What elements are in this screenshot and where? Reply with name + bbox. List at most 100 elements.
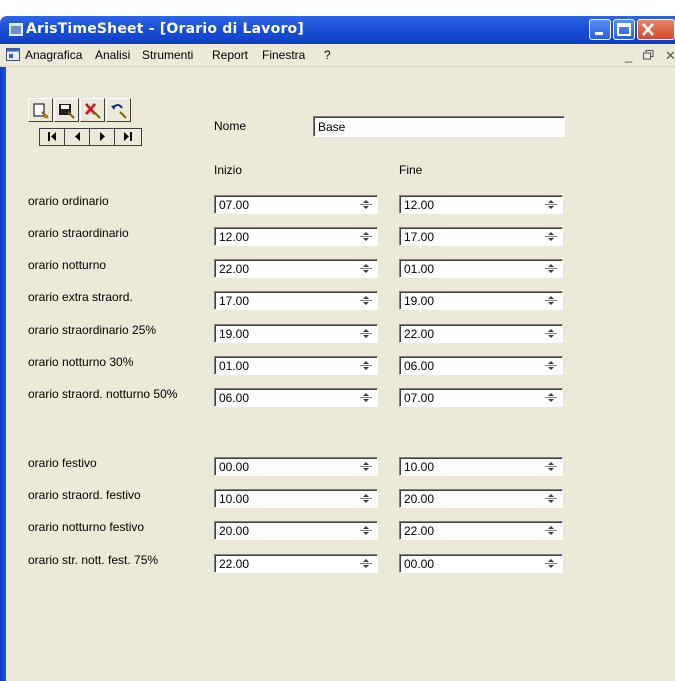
menu-strumenti[interactable]: Strumenti xyxy=(142,48,193,62)
undo-button[interactable] xyxy=(106,98,131,122)
row-label: orario straord. festivo xyxy=(28,488,141,502)
fine-time-field[interactable]: 06.00 xyxy=(399,356,563,375)
row-label: orario notturno 30% xyxy=(28,355,134,369)
spinner-icon[interactable] xyxy=(544,460,558,473)
fine-time-value: 17.00 xyxy=(404,230,435,244)
inizio-time-field[interactable]: 06.00 xyxy=(214,388,378,407)
inizio-time-field[interactable]: 20.00 xyxy=(214,521,378,540)
fine-time-field[interactable]: 22.00 xyxy=(399,521,563,540)
document-icon[interactable] xyxy=(6,48,20,61)
spinner-icon[interactable] xyxy=(359,262,373,275)
first-record-icon xyxy=(47,132,56,141)
record-navigator xyxy=(39,128,142,146)
inizio-time-field[interactable]: 10.00 xyxy=(214,489,378,508)
inizio-time-field[interactable]: 22.00 xyxy=(214,259,378,278)
fine-time-field[interactable]: 12.00 xyxy=(399,195,563,214)
close-button[interactable] xyxy=(637,19,675,40)
menu-finestra[interactable]: Finestra xyxy=(262,48,305,62)
fine-time-field[interactable]: 07.00 xyxy=(399,388,563,407)
inizio-time-value: 22.00 xyxy=(219,557,250,571)
inizio-time-field[interactable]: 22.00 xyxy=(214,554,378,573)
spinner-icon[interactable] xyxy=(544,262,558,275)
spinner-icon[interactable] xyxy=(544,492,558,505)
next-record-button[interactable] xyxy=(90,129,115,145)
fine-time-value: 20.00 xyxy=(404,492,435,506)
fine-time-value: 06.00 xyxy=(404,359,435,373)
next-record-icon xyxy=(99,132,105,141)
spinner-icon[interactable] xyxy=(359,492,373,505)
menu-help[interactable]: ? xyxy=(324,48,331,62)
inizio-time-value: 22.00 xyxy=(219,262,250,276)
spinner-icon[interactable] xyxy=(544,230,558,243)
menu-bar: Anagrafica Analisi Strumenti Report Fine… xyxy=(0,44,675,67)
row-label: orario straordinario 25% xyxy=(28,323,157,337)
first-record-button[interactable] xyxy=(40,129,65,145)
mdi-restore-icon[interactable] xyxy=(643,50,654,60)
fine-time-field[interactable]: 01.00 xyxy=(399,259,563,278)
mdi-close-icon[interactable]: ✕ xyxy=(665,48,675,64)
app-icon xyxy=(9,23,23,36)
spinner-icon[interactable] xyxy=(359,230,373,243)
spinner-icon[interactable] xyxy=(359,294,373,307)
nome-input[interactable]: Base xyxy=(313,116,565,137)
inizio-time-value: 20.00 xyxy=(219,524,250,538)
spinner-icon[interactable] xyxy=(359,460,373,473)
fine-time-field[interactable]: 10.00 xyxy=(399,457,563,476)
spinner-icon[interactable] xyxy=(544,359,558,372)
fine-time-value: 00.00 xyxy=(404,557,435,571)
inizio-time-value: 19.00 xyxy=(219,327,250,341)
prev-record-icon xyxy=(74,132,80,141)
inizio-header: Inizio xyxy=(214,163,243,177)
inizio-time-field[interactable]: 17.00 xyxy=(214,291,378,310)
fine-time-value: 19.00 xyxy=(404,294,435,308)
fine-time-field[interactable]: 17.00 xyxy=(399,227,563,246)
spinner-icon[interactable] xyxy=(544,557,558,570)
form-area: Nome Base Inizio Fine orario ordinario 07… xyxy=(6,67,675,681)
inizio-time-field[interactable]: 07.00 xyxy=(214,195,378,214)
last-record-button[interactable] xyxy=(115,129,141,145)
spinner-icon[interactable] xyxy=(359,557,373,570)
fine-time-field[interactable]: 22.00 xyxy=(399,324,563,343)
save-record-button[interactable] xyxy=(54,98,79,122)
menu-analisi[interactable]: Analisi xyxy=(95,48,130,62)
nome-value: Base xyxy=(318,120,346,134)
spinner-icon[interactable] xyxy=(544,391,558,404)
spinner-icon[interactable] xyxy=(359,391,373,404)
minimize-button[interactable] xyxy=(589,19,611,40)
row-label: orario notturno xyxy=(28,258,107,272)
inizio-time-field[interactable]: 19.00 xyxy=(214,324,378,343)
row-label: orario ordinario xyxy=(28,194,109,208)
maximize-button[interactable] xyxy=(613,19,635,40)
prev-record-button[interactable] xyxy=(65,129,90,145)
mdi-minimize-icon[interactable]: _ xyxy=(625,48,632,63)
spinner-icon[interactable] xyxy=(359,524,373,537)
minimize-icon xyxy=(595,32,603,35)
fine-time-field[interactable]: 00.00 xyxy=(399,554,563,573)
spinner-icon[interactable] xyxy=(544,524,558,537)
spinner-icon[interactable] xyxy=(359,327,373,340)
spinner-icon[interactable] xyxy=(544,327,558,340)
spinner-icon[interactable] xyxy=(544,294,558,307)
inizio-time-field[interactable]: 00.00 xyxy=(214,457,378,476)
inizio-time-field[interactable]: 01.00 xyxy=(214,356,378,375)
maximize-icon xyxy=(617,23,631,36)
fine-time-field[interactable]: 20.00 xyxy=(399,489,563,508)
new-record-button[interactable] xyxy=(28,98,53,122)
fine-time-field[interactable]: 19.00 xyxy=(399,291,563,310)
inizio-time-field[interactable]: 12.00 xyxy=(214,227,378,246)
inizio-time-value: 07.00 xyxy=(219,198,250,212)
delete-record-button[interactable] xyxy=(80,98,105,122)
inizio-time-value: 17.00 xyxy=(219,294,250,308)
title-bar[interactable]: ArisTimeSheet - [Orario di Lavoro] xyxy=(0,16,675,44)
row-label: orario notturno festivo xyxy=(28,520,145,534)
menu-report[interactable]: Report xyxy=(212,48,248,62)
spinner-icon[interactable] xyxy=(544,198,558,211)
spinner-icon[interactable] xyxy=(359,359,373,372)
menu-anagrafica[interactable]: Anagrafica xyxy=(25,48,82,62)
save-record-icon xyxy=(59,104,75,119)
inizio-time-value: 10.00 xyxy=(219,492,250,506)
new-record-icon xyxy=(33,103,49,119)
spinner-icon[interactable] xyxy=(359,198,373,211)
window-title: ArisTimeSheet - [Orario di Lavoro] xyxy=(26,21,304,37)
delete-record-icon xyxy=(85,103,101,119)
